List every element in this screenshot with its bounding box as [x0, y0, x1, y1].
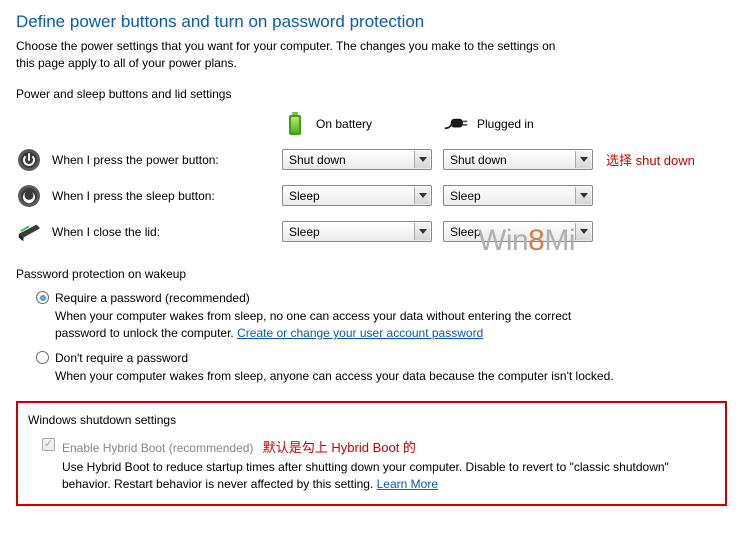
chevron-down-icon	[575, 187, 591, 204]
chevron-down-icon	[414, 151, 430, 168]
power-plugged-select[interactable]: Shut down	[443, 149, 593, 170]
col-plugged-label: Plugged in	[477, 117, 534, 131]
sleep-battery-select[interactable]: Sleep	[282, 185, 432, 206]
chevron-down-icon	[575, 151, 591, 168]
hybrid-boot-annotation: 默认是勾上 Hybrid Boot 的	[263, 440, 416, 455]
sleep-button-icon	[16, 183, 42, 209]
chevron-down-icon	[575, 223, 591, 240]
lid-battery-select[interactable]: Sleep	[282, 221, 432, 242]
page-description: Choose the power settings that you want …	[16, 38, 576, 73]
chevron-down-icon	[414, 187, 430, 204]
plug-icon	[443, 111, 469, 137]
power-annotation: 选择 shut down	[604, 150, 734, 169]
lid-label: When I close the lid:	[52, 225, 160, 239]
create-password-link[interactable]: Create or change your user account passw…	[237, 326, 483, 340]
battery-icon	[282, 111, 308, 137]
chevron-down-icon	[414, 223, 430, 240]
page-title: Define power buttons and turn on passwor…	[16, 12, 727, 32]
hybrid-boot-checkbox[interactable]	[42, 438, 55, 451]
dont-require-password-radio[interactable]	[36, 351, 49, 364]
power-button-icon	[16, 147, 42, 173]
require-password-radio[interactable]	[36, 291, 49, 304]
dont-require-password-label: Don't require a password	[55, 351, 188, 365]
sleep-plugged-select[interactable]: Sleep	[443, 185, 593, 206]
shutdown-settings-box: Windows shutdown settings Enable Hybrid …	[16, 401, 727, 506]
hybrid-boot-desc: Use Hybrid Boot to reduce startup times …	[62, 459, 682, 494]
learn-more-link[interactable]: Learn More	[377, 477, 438, 491]
lid-icon	[16, 219, 42, 245]
col-battery-label: On battery	[316, 117, 372, 131]
buttons-section-heading: Power and sleep buttons and lid settings	[16, 87, 727, 101]
shutdown-section-heading: Windows shutdown settings	[28, 413, 715, 427]
sleep-button-label: When I press the sleep button:	[52, 189, 215, 203]
hybrid-boot-label: Enable Hybrid Boot (recommended)	[62, 441, 253, 455]
dont-require-password-desc: When your computer wakes from sleep, any…	[55, 368, 615, 385]
require-password-label: Require a password (recommended)	[55, 291, 250, 305]
lid-plugged-select[interactable]: Sleep	[443, 221, 593, 242]
power-battery-select[interactable]: Shut down	[282, 149, 432, 170]
require-password-desc: When your computer wakes from sleep, no …	[55, 308, 615, 343]
password-section-heading: Password protection on wakeup	[16, 267, 727, 281]
power-button-label: When I press the power button:	[52, 153, 219, 167]
